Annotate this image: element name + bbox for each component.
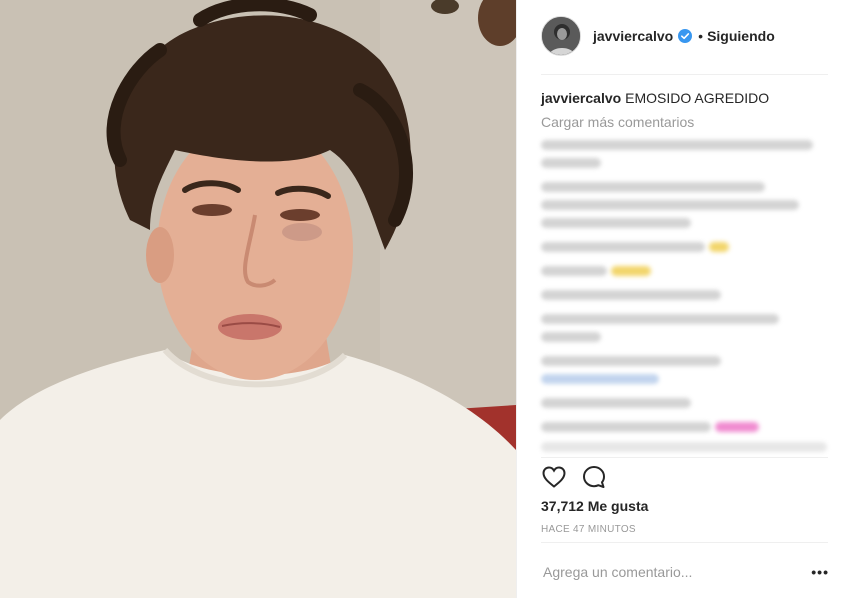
comment-blurred [541, 266, 831, 276]
comment-blurred [541, 290, 831, 300]
username-link[interactable]: javviercalvo [593, 28, 673, 44]
comment-form: ••• [541, 558, 829, 586]
separator-dot: • [698, 28, 704, 44]
actions-divider [541, 457, 828, 458]
comment-blurred [541, 422, 831, 432]
comment-blurred [541, 182, 831, 228]
post-timestamp: HACE 47 MINUTOS [541, 524, 636, 535]
header-divider [541, 74, 828, 75]
comment-input[interactable] [541, 564, 781, 580]
caption-text: EMOSIDO AGREDIDO [625, 90, 770, 106]
comment-blurred [541, 356, 831, 384]
comment-blurred [541, 398, 831, 408]
post-details-panel: javviercalvo • Siguiendo javviercalvo EMO… [516, 0, 850, 598]
load-more-comments-link[interactable]: Cargar más comentarios [541, 114, 694, 130]
comment-blurred [541, 314, 831, 342]
comment-divider [541, 542, 828, 543]
following-button[interactable]: Siguiendo [707, 28, 775, 44]
verified-badge-icon [678, 29, 693, 43]
post-photo[interactable] [0, 0, 516, 598]
comment-blurred [541, 442, 827, 452]
post-actions [541, 464, 621, 490]
more-options-icon[interactable]: ••• [811, 564, 829, 580]
comment-blurred [541, 140, 831, 168]
heart-icon[interactable] [541, 464, 567, 490]
avatar-image [542, 17, 580, 55]
portrait-image [0, 0, 516, 598]
comment-icon[interactable] [581, 464, 607, 490]
post-header: javviercalvo • Siguiendo [541, 14, 829, 58]
caption-username-link[interactable]: javviercalvo [541, 90, 621, 106]
avatar[interactable] [541, 16, 581, 56]
comment-blurred [541, 242, 831, 252]
comments-list [541, 140, 831, 460]
caption: javviercalvo EMOSIDO AGREDIDO [541, 89, 769, 107]
likes-count[interactable]: 37,712 Me gusta [541, 498, 648, 514]
